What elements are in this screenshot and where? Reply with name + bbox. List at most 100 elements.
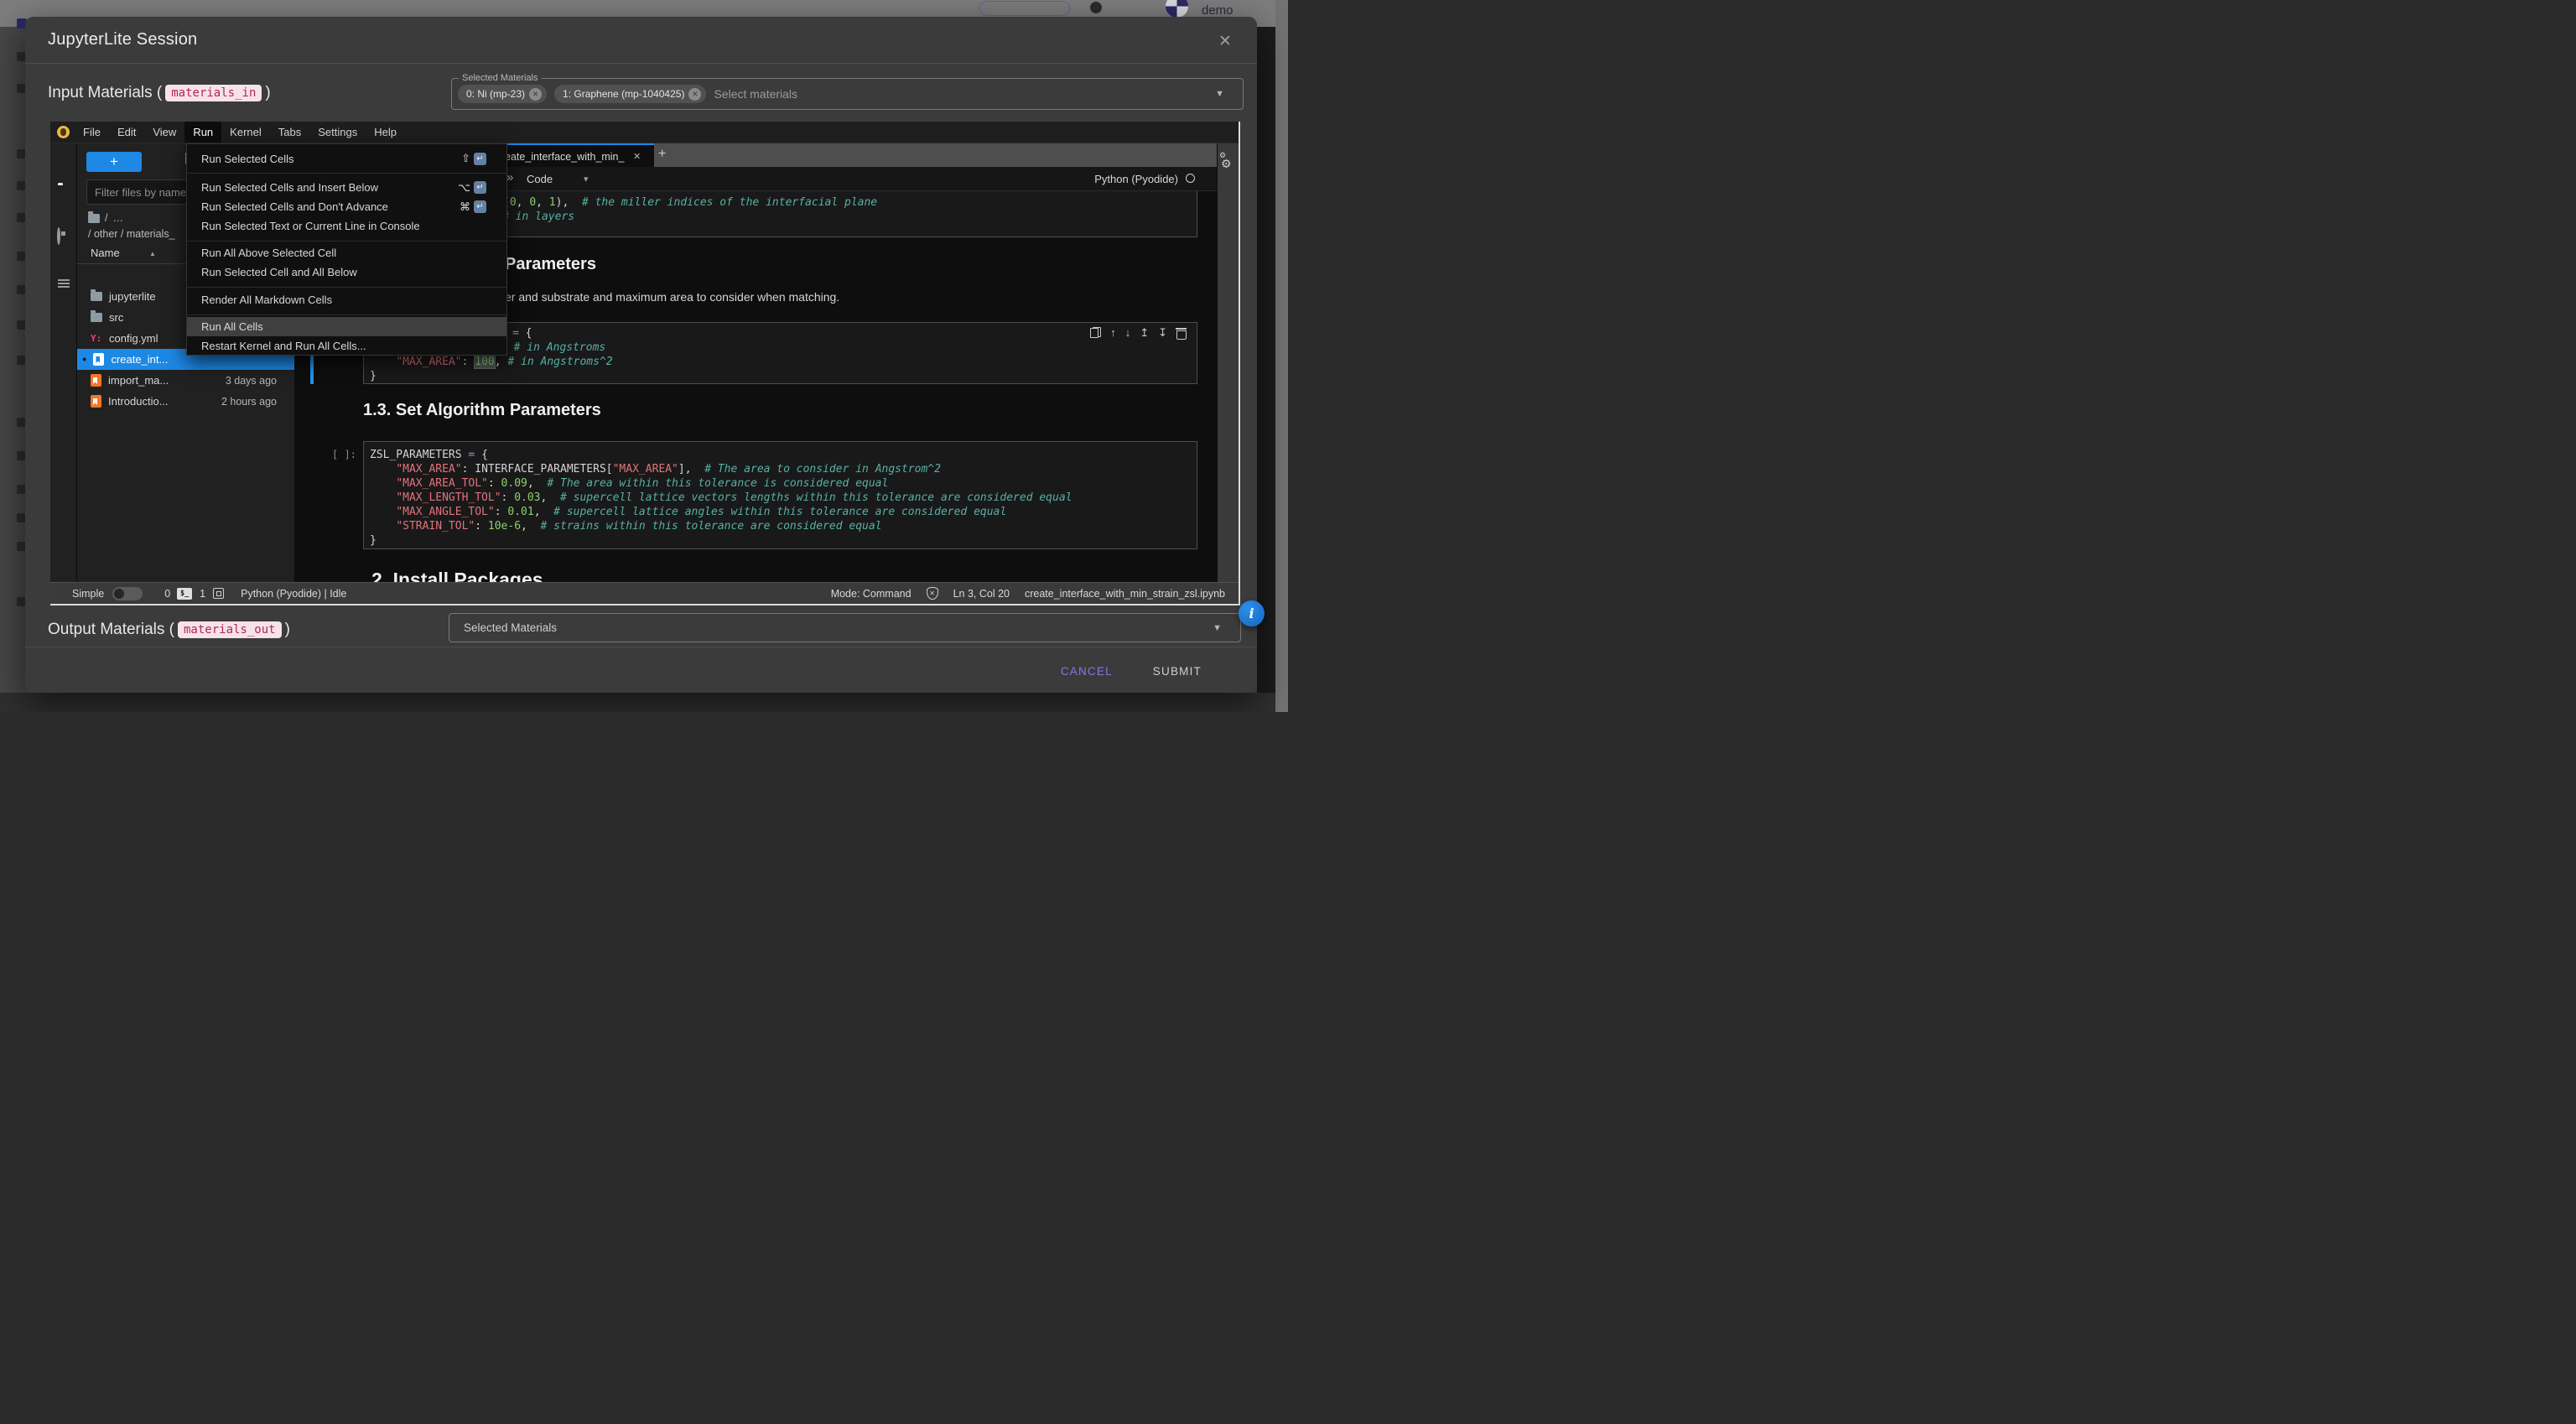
menu-item-run-selected-cells[interactable]: Run Selected Cells ⇧↵: [187, 147, 506, 170]
menu-item-run-all-above[interactable]: Run All Above Selected Cell: [187, 243, 506, 262]
code-line: "MAX_ANGLE_TOL": 0.01, # supercell latti…: [370, 505, 1193, 519]
breadcrumb-ellipsis[interactable]: …: [112, 212, 123, 224]
menu-file[interactable]: File: [75, 122, 109, 143]
material-chip[interactable]: 1: Graphene (mp-1040425) ✕: [554, 85, 706, 103]
jupyter-menubar: File Edit View Run Kernel Tabs Settings …: [50, 122, 1239, 143]
file-row-introduction[interactable]: Introductio... 2 hours ago: [77, 391, 294, 412]
chevron-down-icon[interactable]: ▼: [1213, 623, 1222, 633]
name-column-header[interactable]: Name: [91, 247, 120, 259]
kernels-count: 1: [200, 588, 205, 600]
running-sessions-icon[interactable]: [57, 227, 60, 245]
menu-separator: [187, 173, 506, 174]
menu-help[interactable]: Help: [366, 122, 405, 143]
input-materials-select[interactable]: Selected Materials 0: Ni (mp-23) ✕ 1: Gr…: [451, 78, 1244, 110]
chevron-down-icon: ▾: [584, 174, 589, 184]
property-inspector-icon[interactable]: ⚙ ⚙: [1221, 157, 1232, 171]
section-1-2-text-fragment: er and substrate and maximum area to con…: [505, 290, 839, 304]
code-line: , # in Angstroms: [501, 340, 1193, 355]
file-row-import-materials[interactable]: import_ma... 3 days ago: [77, 370, 294, 391]
dialog-actions: CANCEL SUBMIT: [25, 658, 1210, 684]
chevron-down-icon[interactable]: ▼: [1215, 89, 1224, 99]
last-modified: 2 hours ago: [221, 396, 277, 408]
shield-x-icon[interactable]: ✕: [927, 587, 938, 600]
command-mode-label: Mode: Command: [831, 588, 911, 600]
new-tab-button[interactable]: +: [658, 147, 666, 162]
menu-kernel[interactable]: Kernel: [221, 122, 270, 143]
background-page-edge: [1257, 27, 1275, 693]
cancel-button[interactable]: CANCEL: [1052, 658, 1121, 684]
output-materials-label: Output Materials (: [48, 621, 174, 639]
menu-edit[interactable]: Edit: [109, 122, 144, 143]
yaml-icon: Y:: [91, 333, 102, 344]
sort-asc-icon: ▲: [149, 250, 156, 257]
code-line: "MAX_LENGTH_TOL": 0.03, # supercell latt…: [370, 491, 1193, 505]
chip-label: 0: Ni (mp-23): [466, 88, 525, 100]
jupyter-activity-bar: [50, 143, 77, 582]
output-select-label: Selected Materials: [464, 621, 557, 634]
terminals-count: 0: [164, 588, 170, 600]
menu-run[interactable]: Run: [184, 122, 221, 143]
folder-icon: [91, 313, 102, 322]
material-chip[interactable]: 0: Ni (mp-23) ✕: [458, 85, 547, 103]
background-footer: [0, 693, 1288, 712]
menu-item-run-dont-advance[interactable]: Run Selected Cells and Don't Advance ⌘↵: [187, 197, 506, 216]
code-cell-zsl-parameters[interactable]: ZSL_PARAMETERS = { "MAX_AREA": INTERFACE…: [363, 441, 1197, 549]
menu-item-restart-and-run-all[interactable]: Restart Kernel and Run All Cells...: [187, 336, 506, 356]
table-of-contents-icon[interactable]: [58, 279, 70, 281]
menu-tabs[interactable]: Tabs: [270, 122, 309, 143]
menu-item-run-insert-below[interactable]: Run Selected Cells and Insert Below ⌥↵: [187, 178, 506, 197]
background-help-icon: [1090, 2, 1102, 13]
kernel-status-icon[interactable]: [1186, 174, 1195, 183]
output-materials-row: Output Materials ( materials_out ): [48, 619, 290, 641]
enter-key-icon: ↵: [474, 181, 486, 194]
info-button[interactable]: i: [1239, 600, 1265, 626]
notebook-icon: [93, 353, 104, 366]
menu-item-run-text-in-console[interactable]: Run Selected Text or Current Line in Con…: [187, 216, 506, 236]
simple-mode-toggle[interactable]: [112, 587, 143, 600]
menu-view[interactable]: View: [144, 122, 184, 143]
code-line: }: [370, 369, 1193, 383]
select-placeholder: Select materials: [714, 87, 797, 101]
cell-type-dropdown[interactable]: Code: [527, 173, 553, 185]
last-modified: 3 days ago: [226, 375, 277, 387]
code-line: (0, 0, 1), # the miller indices of the i…: [503, 195, 1193, 210]
screen: demo JupyterLite Session ✕ Input Materia…: [0, 0, 1288, 712]
chip-delete-icon[interactable]: ✕: [688, 88, 701, 101]
option-icon: ⌥: [458, 181, 470, 195]
jupyterlite-logo-icon: [57, 126, 70, 138]
notebook-icon: [91, 395, 101, 408]
kernel-status[interactable]: Python (Pyodide) | Idle: [241, 588, 346, 600]
code-line: }: [370, 533, 1193, 548]
submit-button[interactable]: SUBMIT: [1145, 658, 1210, 684]
right-side-panel: ⚙ ⚙: [1217, 143, 1239, 582]
tab-close-icon[interactable]: ✕: [633, 151, 641, 162]
new-launcher-button[interactable]: +: [86, 152, 142, 172]
background-scrollbar: [1275, 0, 1288, 712]
kernel-chip-icon: [213, 588, 224, 599]
breadcrumb[interactable]: / …: [88, 212, 123, 224]
shift-icon: ⇧: [461, 152, 470, 165]
enter-key-icon: ↵: [474, 200, 486, 213]
input-materials-label: Input Materials (: [48, 84, 162, 102]
code-line: ZSL_PARAMETERS = {: [370, 448, 1193, 462]
select-legend: Selected Materials: [459, 73, 542, 83]
running-kernel-dot-icon: ●: [82, 356, 86, 363]
command-icon: ⌘: [460, 200, 470, 214]
chip-delete-icon[interactable]: ✕: [529, 88, 542, 101]
menu-item-run-all-cells[interactable]: Run All Cells: [187, 317, 506, 336]
menu-item-run-all-below[interactable]: Run Selected Cell and All Below: [187, 262, 506, 282]
home-folder-icon: [88, 214, 100, 223]
output-materials-select[interactable]: Selected Materials ▼: [449, 613, 1241, 642]
menu-separator: [187, 241, 506, 242]
cursor-position[interactable]: Ln 3, Col 20: [953, 588, 1010, 600]
menu-item-render-all-markdown[interactable]: Render All Markdown Cells: [187, 290, 506, 309]
input-materials-row: Input Materials ( materials_in ): [48, 82, 271, 104]
kernel-name[interactable]: Python (Pyodide): [1094, 173, 1178, 185]
code-line: # in layers: [502, 210, 1193, 224]
code-line: "MAX_AREA_TOL": 0.09, # The area within …: [370, 476, 1193, 491]
close-icon[interactable]: ✕: [1213, 29, 1238, 54]
paren-close: ): [265, 84, 270, 102]
enter-key-icon: ↵: [474, 153, 486, 165]
menu-settings[interactable]: Settings: [309, 122, 366, 143]
dialog-title: JupyterLite Session: [48, 30, 197, 49]
